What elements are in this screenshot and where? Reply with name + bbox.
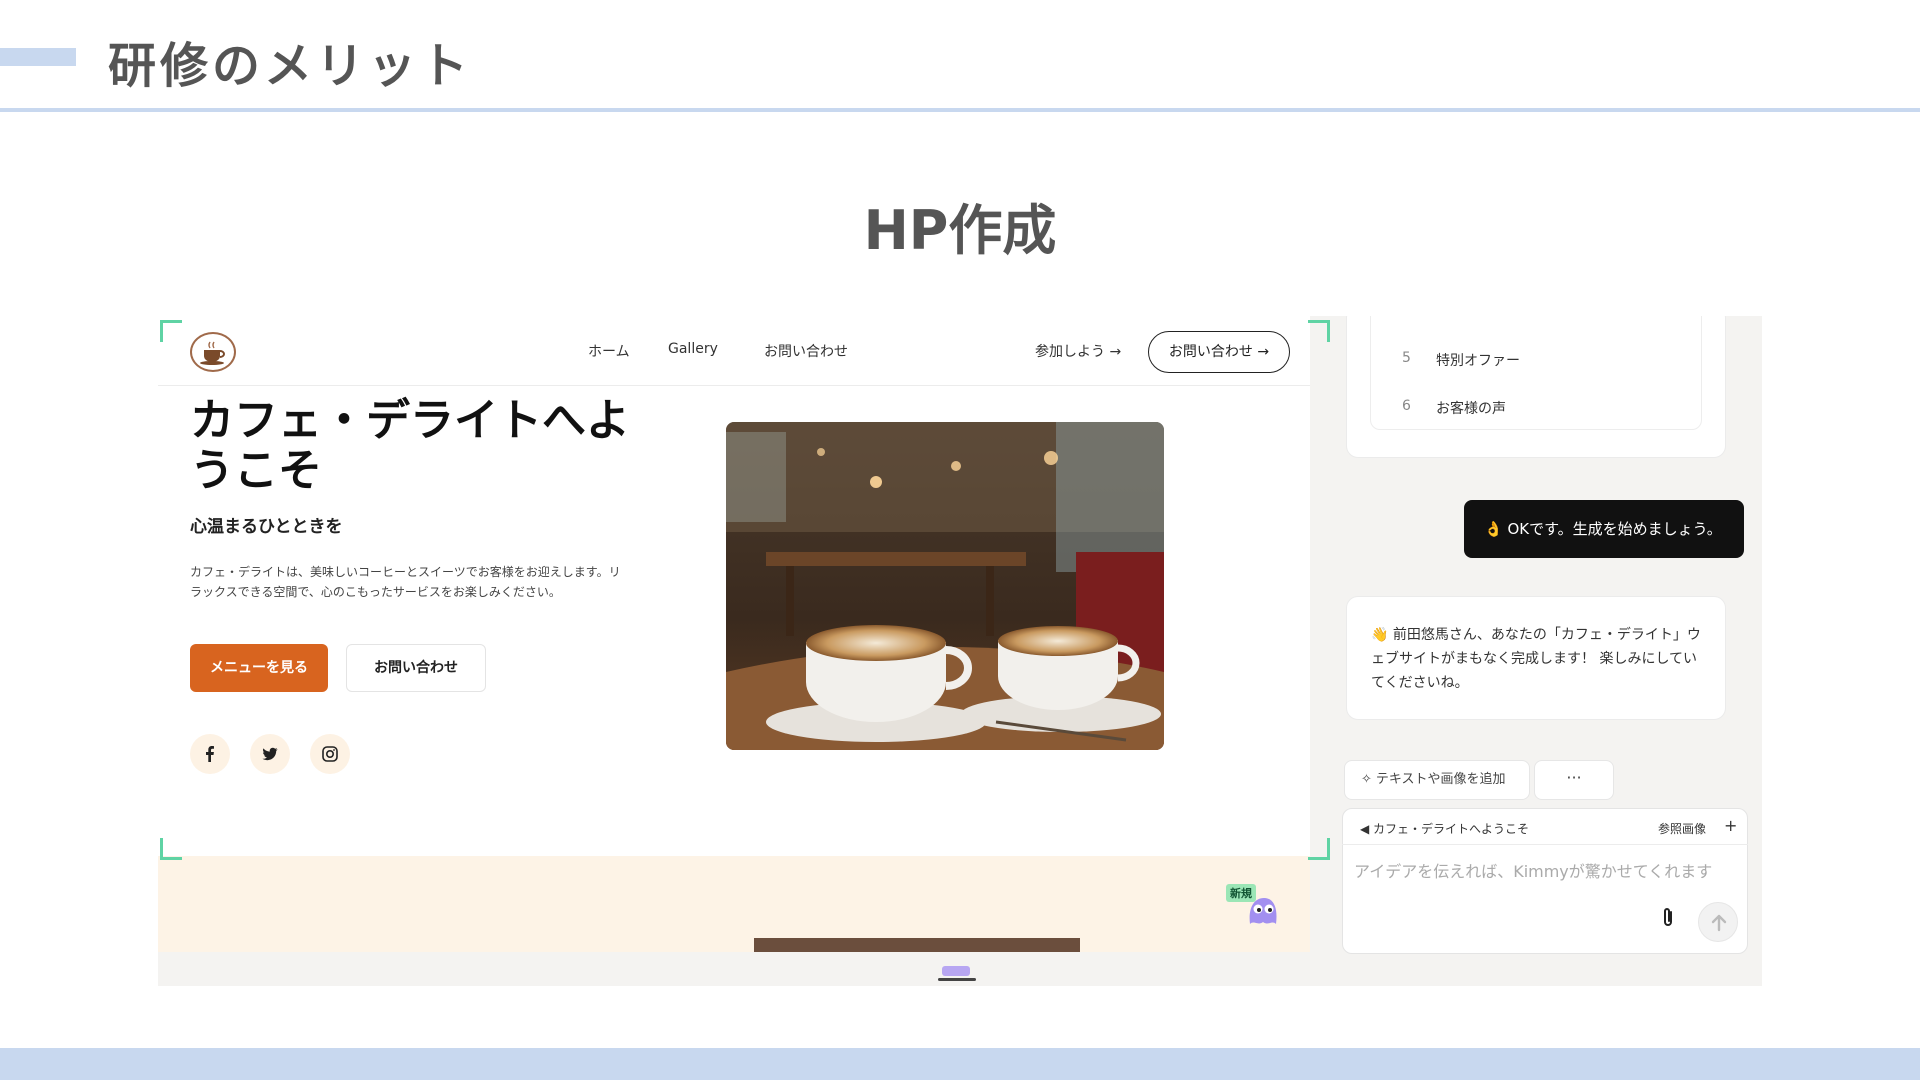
add-button-label: テキストや画像を追加	[1375, 772, 1506, 787]
cafe-latte-photo	[726, 422, 1164, 750]
hero-description: カフェ・デライトは、美味しいコーヒーとスイーツでお客様をお迎えします。リラックス…	[190, 565, 621, 599]
cafe-logo-icon[interactable]	[190, 332, 236, 372]
add-text-image-button[interactable]: ✧ テキストや画像を追加	[1344, 760, 1530, 800]
sparkle-icon: ✧	[1361, 772, 1372, 787]
selection-corner-top-left	[160, 320, 182, 342]
slide-subtitle: HP作成	[863, 199, 1057, 262]
instagram-icon[interactable]	[310, 734, 350, 774]
arrow-up-icon	[1711, 914, 1727, 932]
app-screenshot: ホーム Gallery お問い合わせ 参加しよう → お問い合わせ → カフェ・…	[158, 316, 1762, 986]
resize-handle-icon[interactable]	[936, 964, 978, 982]
selection-corner-top-right	[1308, 320, 1330, 342]
send-button[interactable]	[1698, 902, 1738, 942]
user-message-bubble: 👌 OKです。生成を始めましょう。	[1464, 500, 1744, 558]
title-accent-bar	[0, 48, 76, 66]
facebook-icon[interactable]	[190, 734, 230, 774]
attach-icon[interactable]	[1658, 906, 1678, 930]
selection-corner-bottom-right	[1308, 838, 1330, 860]
assistant-message: 👋 前田悠馬さん、あなたの「カフェ・デライト」ウェブサイトがまもなく完成します！…	[1346, 596, 1726, 720]
title-divider	[0, 108, 1920, 112]
site-navbar: ホーム Gallery お問い合わせ 参加しよう → お問い合わせ →	[158, 316, 1310, 386]
context-label: カフェ・デライトへようこそ	[1373, 822, 1530, 836]
nav-join-link[interactable]: 参加しよう →	[1035, 341, 1121, 361]
nav-contact[interactable]: お問い合わせ	[764, 341, 848, 361]
outline-number: 5	[1402, 350, 1411, 366]
nav-contact-button[interactable]: お問い合わせ →	[1148, 331, 1290, 373]
add-reference-plus-icon[interactable]: +	[1724, 816, 1737, 835]
hero-contact-button[interactable]: お問い合わせ	[346, 644, 486, 692]
website-preview: ホーム Gallery お問い合わせ 参加しよう → お問い合わせ → カフェ・…	[158, 316, 1310, 952]
twitter-icon[interactable]	[250, 734, 290, 774]
mascot-icon[interactable]	[1246, 894, 1280, 928]
next-section-band	[158, 856, 1310, 952]
outline-list	[1370, 316, 1702, 430]
outline-number: 6	[1402, 398, 1411, 414]
prompt-input[interactable]	[1354, 858, 1724, 884]
caret-left-icon: ◀	[1360, 822, 1374, 836]
composer-divider	[1342, 844, 1748, 845]
section-photo-strip	[754, 938, 1080, 952]
hero-title: カフェ・デライトへようこそ	[190, 395, 630, 496]
outline-item: 特別オファー	[1436, 353, 1520, 369]
selection-corner-bottom-left	[160, 838, 182, 860]
view-menu-button[interactable]: メニューを見る	[190, 644, 328, 692]
hero-tagline: 心温まるひとときを	[190, 517, 343, 537]
reference-image-button[interactable]: 参照画像	[1658, 820, 1706, 837]
footer-bar	[0, 1048, 1920, 1080]
slide-title: 研修のメリット	[108, 38, 473, 94]
context-chip[interactable]: ◀ カフェ・デライトへようこそ	[1360, 820, 1529, 837]
outline-item: お客様の声	[1436, 401, 1506, 417]
nav-gallery[interactable]: Gallery	[668, 341, 718, 357]
more-options-button[interactable]: ···	[1534, 760, 1614, 800]
nav-home[interactable]: ホーム	[588, 341, 630, 361]
